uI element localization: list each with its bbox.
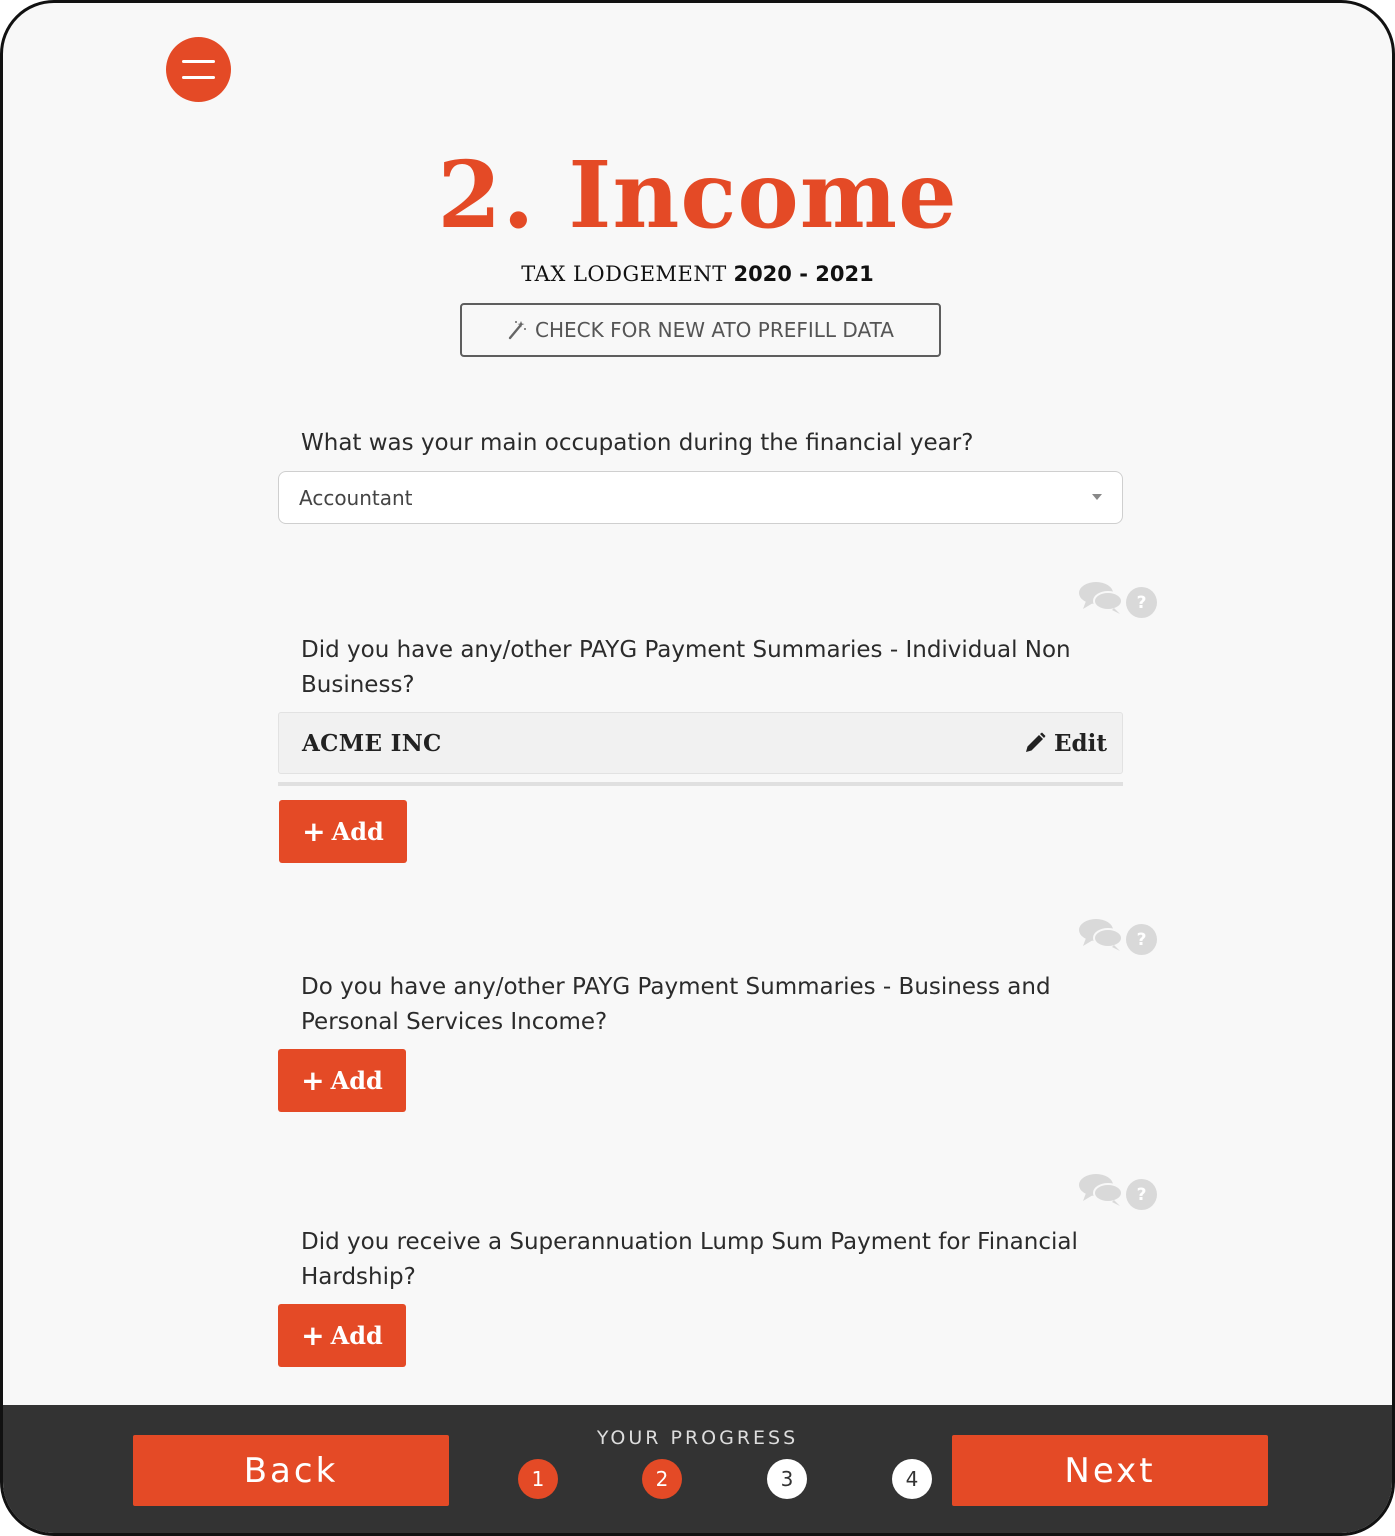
chevron-down-icon bbox=[1092, 494, 1102, 500]
chat-bubbles-icon[interactable] bbox=[1078, 918, 1124, 952]
page-subtitle: TAX LODGEMENT 2020 - 2021 bbox=[3, 261, 1392, 287]
check-prefill-button[interactable]: CHECK FOR NEW ATO PREFILL DATA bbox=[460, 303, 941, 357]
entry-divider bbox=[278, 782, 1123, 786]
payg-business-question: Do you have any/other PAYG Payment Summa… bbox=[301, 974, 1051, 1035]
menu-line bbox=[182, 76, 215, 79]
progress-step-1[interactable]: 1 bbox=[518, 1459, 558, 1499]
next-button[interactable]: Next bbox=[952, 1435, 1268, 1506]
add-label: Add bbox=[331, 817, 384, 846]
menu-line bbox=[182, 60, 215, 63]
occupation-selected-value: Accountant bbox=[299, 485, 413, 510]
magic-wand-icon bbox=[508, 321, 527, 340]
edit-entry-label: Edit bbox=[1054, 729, 1107, 757]
question-mark-icon[interactable]: ? bbox=[1126, 1179, 1157, 1210]
payg-entry-name: ACME INC bbox=[302, 729, 442, 757]
add-payg-business-button[interactable]: + Add bbox=[278, 1049, 406, 1112]
section-3-help: ? bbox=[1078, 1173, 1160, 1210]
progress-step-2[interactable]: 2 bbox=[642, 1459, 682, 1499]
chat-bubbles-icon[interactable] bbox=[1078, 1173, 1124, 1207]
super-hardship-question: Did you receive a Superannuation Lump Su… bbox=[301, 1229, 1078, 1290]
add-label: Add bbox=[330, 1066, 383, 1095]
plus-icon: + bbox=[301, 1063, 325, 1097]
plus-icon: + bbox=[301, 1318, 325, 1352]
section-1-help: ? bbox=[1078, 581, 1160, 618]
occupation-select[interactable]: Accountant bbox=[278, 471, 1123, 524]
payg-individual-question: Did you have any/other PAYG Payment Summ… bbox=[301, 637, 1071, 698]
add-label: Add bbox=[330, 1321, 383, 1350]
hamburger-menu-icon[interactable] bbox=[166, 37, 231, 102]
section-2-help: ? bbox=[1078, 918, 1160, 955]
chat-bubbles-icon[interactable] bbox=[1078, 581, 1124, 615]
add-payg-individual-button[interactable]: + Add bbox=[279, 800, 407, 863]
payg-entry-row: ACME INC Edit bbox=[278, 712, 1123, 774]
check-prefill-label: CHECK FOR NEW ATO PREFILL DATA bbox=[535, 318, 894, 342]
progress-step-4[interactable]: 4 bbox=[892, 1459, 932, 1499]
plus-icon: + bbox=[302, 814, 326, 848]
subtitle-label: TAX LODGEMENT bbox=[521, 262, 727, 286]
app-frame: 2. Income TAX LODGEMENT 2020 - 2021 CHEC… bbox=[0, 0, 1395, 1536]
occupation-question: What was your main occupation during the… bbox=[301, 430, 974, 456]
footer-bar: Back YOUR PROGRESS 1 2 3 4 Next bbox=[3, 1405, 1392, 1533]
subtitle-year: 2020 - 2021 bbox=[733, 262, 874, 286]
add-super-hardship-button[interactable]: + Add bbox=[278, 1304, 406, 1367]
edit-entry-button[interactable]: Edit bbox=[1024, 730, 1107, 757]
progress-step-3[interactable]: 3 bbox=[767, 1459, 807, 1499]
question-mark-icon[interactable]: ? bbox=[1126, 587, 1157, 618]
question-mark-icon[interactable]: ? bbox=[1126, 924, 1157, 955]
page-title: 2. Income bbox=[437, 141, 958, 249]
pencil-icon bbox=[1026, 732, 1046, 752]
